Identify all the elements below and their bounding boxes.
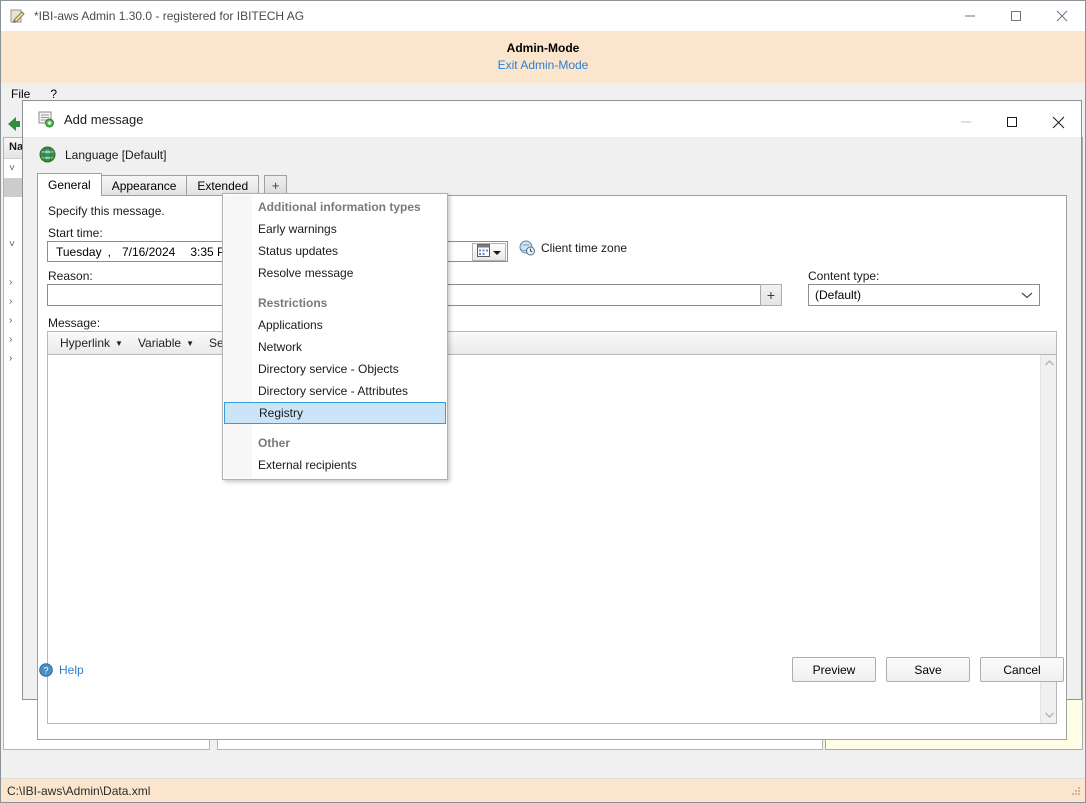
- specify-message-text: Specify this message.: [48, 204, 165, 218]
- start-time-date[interactable]: 7/16/2024: [114, 245, 178, 259]
- menu-item-registry[interactable]: Registry: [224, 402, 446, 424]
- save-button[interactable]: Save: [886, 657, 970, 682]
- scroll-up-icon[interactable]: [1041, 355, 1057, 371]
- message-label: Message:: [48, 316, 100, 330]
- maximize-icon[interactable]: [989, 104, 1035, 140]
- pen-document-icon: [10, 8, 26, 24]
- admin-mode-title: Admin-Mode: [1, 40, 1085, 56]
- menu-separator: [223, 424, 447, 432]
- help-label: Help: [59, 663, 84, 677]
- menu-header-restrictions: Restrictions: [223, 292, 447, 314]
- chevron-down-icon: ▼: [186, 339, 194, 348]
- menu-item-early-warnings[interactable]: Early warnings: [223, 218, 447, 240]
- hyperlink-dropdown[interactable]: Hyperlink ▼: [54, 334, 129, 352]
- exit-admin-mode-link[interactable]: Exit Admin-Mode: [498, 56, 589, 74]
- dialog-body: Language [Default] General Appearance Ex…: [23, 137, 1081, 699]
- preview-button[interactable]: Preview: [792, 657, 876, 682]
- chevron-down-icon: [1021, 288, 1033, 302]
- menu-item-directory-service-objects[interactable]: Directory service - Objects: [223, 358, 447, 380]
- resize-grip-icon[interactable]: [1070, 785, 1082, 797]
- chevron-right-icon[interactable]: ›: [9, 353, 21, 364]
- additional-content-popup-menu: Additional information types Early warni…: [222, 193, 448, 480]
- add-message-icon: [37, 110, 55, 128]
- language-selector[interactable]: Language [Default]: [39, 146, 166, 163]
- dialog-titlebar: Add message: [23, 101, 1081, 137]
- chevron-down-icon[interactable]: ˅: [9, 239, 21, 250]
- clock-globe-icon: [519, 240, 535, 256]
- chevron-right-icon[interactable]: ›: [9, 334, 21, 345]
- app-statusbar: C:\IBI-aws\Admin\Data.xml: [1, 778, 1085, 802]
- menu-header-additional-information-types: Additional information types: [223, 196, 447, 218]
- menu-header-other: Other: [223, 432, 447, 454]
- tab-general[interactable]: General: [37, 173, 102, 196]
- app-title: *IBI-aws Admin 1.30.0 - registered for I…: [34, 9, 304, 23]
- dialog-window-buttons: [943, 104, 1081, 134]
- start-time-separator: ,: [105, 245, 114, 259]
- app-window-buttons: [947, 1, 1085, 31]
- menu-item-resolve-message[interactable]: Resolve message: [223, 262, 447, 284]
- start-time-label: Start time:: [48, 226, 103, 240]
- chevron-down-icon[interactable]: ˅: [9, 163, 21, 174]
- content-type-select[interactable]: (Default): [808, 284, 1040, 306]
- tab-appearance[interactable]: Appearance: [101, 175, 188, 196]
- content-type-label: Content type:: [808, 269, 879, 283]
- content-type-value: (Default): [815, 288, 861, 302]
- status-file-path: C:\IBI-aws\Admin\Data.xml: [1, 784, 150, 798]
- dialog-title: Add message: [64, 112, 144, 127]
- hyperlink-label: Hyperlink: [60, 336, 110, 350]
- menu-item-applications[interactable]: Applications: [223, 314, 447, 336]
- help-icon: ?: [39, 663, 53, 677]
- variable-label: Variable: [138, 336, 181, 350]
- start-time-dropdown-button[interactable]: [472, 243, 506, 261]
- calendar-icon: [477, 244, 490, 260]
- svg-text:?: ?: [43, 666, 48, 676]
- chevron-down-icon: ▼: [115, 339, 123, 348]
- minimize-icon[interactable]: [947, 1, 993, 31]
- close-icon[interactable]: [1035, 104, 1081, 140]
- message-editor-toolbar: Hyperlink ▼ Variable ▼ Select: [47, 331, 1057, 354]
- language-label: Language [Default]: [65, 148, 166, 162]
- chevron-right-icon[interactable]: ›: [9, 277, 21, 288]
- variable-dropdown[interactable]: Variable ▼: [132, 334, 200, 352]
- menu-item-directory-service-attributes[interactable]: Directory service - Attributes: [223, 380, 447, 402]
- menu-separator: [223, 284, 447, 292]
- reason-add-button[interactable]: +: [760, 284, 782, 306]
- maximize-icon[interactable]: [993, 1, 1039, 31]
- admin-mode-banner: Admin-Mode Exit Admin-Mode: [1, 31, 1085, 83]
- menu-item-external-recipients[interactable]: External recipients: [223, 454, 447, 476]
- add-message-dialog: Add message Language [Defa: [22, 100, 1082, 700]
- globe-icon: [39, 146, 56, 163]
- dialog-footer-buttons: Preview Save Cancel: [792, 657, 1064, 682]
- menu-item-status-updates[interactable]: Status updates: [223, 240, 447, 262]
- reason-label: Reason:: [48, 269, 93, 283]
- chevron-down-icon: [493, 245, 501, 259]
- app-titlebar: *IBI-aws Admin 1.30.0 - registered for I…: [1, 1, 1085, 31]
- start-time-weekday[interactable]: Tuesday: [48, 245, 105, 259]
- close-icon[interactable]: [1039, 1, 1085, 31]
- cancel-button[interactable]: Cancel: [980, 657, 1064, 682]
- minimize-icon[interactable]: [943, 104, 989, 140]
- menu-item-network[interactable]: Network: [223, 336, 447, 358]
- client-time-zone-option[interactable]: Client time zone: [519, 240, 627, 256]
- chevron-right-icon[interactable]: ›: [9, 296, 21, 307]
- help-link[interactable]: ? Help: [39, 663, 84, 677]
- chevron-right-icon[interactable]: ›: [9, 315, 21, 326]
- scroll-down-icon[interactable]: [1041, 707, 1057, 723]
- client-time-zone-label: Client time zone: [541, 241, 627, 255]
